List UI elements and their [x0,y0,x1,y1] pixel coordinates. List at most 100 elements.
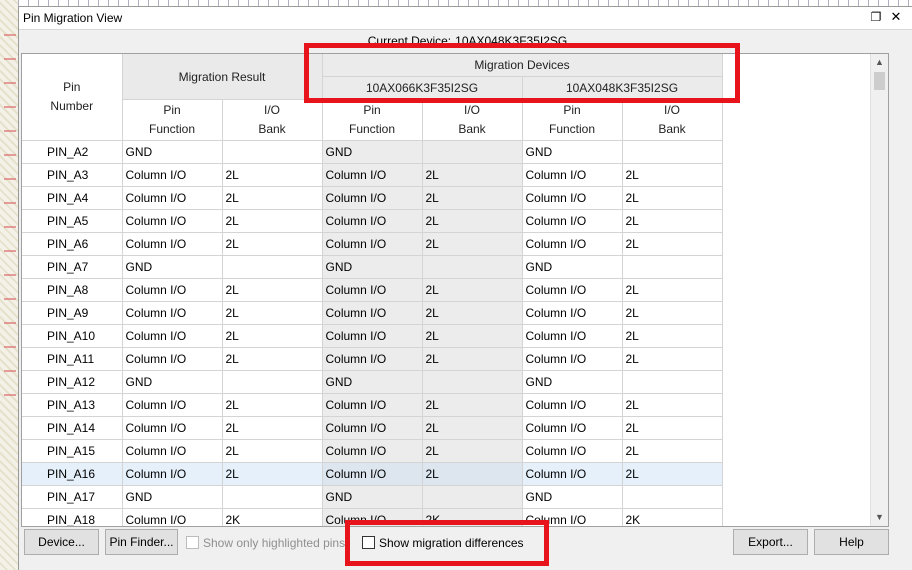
table-row[interactable]: PIN_A12 GND GND GND [22,370,723,394]
result-function-cell[interactable]: Column I/O [122,393,223,417]
device-1-bank-cell[interactable]: 2L [422,186,523,210]
device-2-function-cell[interactable]: Column I/O [522,439,623,463]
device-2-function-cell[interactable]: Column I/O [522,186,623,210]
table-row[interactable]: PIN_A14 Column I/O 2L Column I/O 2L Column I/… [22,416,723,440]
result-function-cell[interactable]: Column I/O [122,347,223,371]
device-2-function-cell[interactable]: Column I/O [522,462,623,486]
pin-number-cell[interactable]: PIN_A11 [22,347,123,371]
table-row[interactable]: PIN_A17 GND GND GND [22,485,723,509]
device-2-bank-cell[interactable]: 2L [622,278,723,302]
device-2-function-cell[interactable]: Column I/O [522,301,623,325]
table-row[interactable]: PIN_A9 Column I/O 2L Column I/O 2L Column I/O… [22,301,723,325]
scrollbar-thumb[interactable] [874,72,885,90]
device-button[interactable]: Device... [24,529,99,555]
result-bank-cell[interactable]: 2L [222,186,323,210]
table-row[interactable]: PIN_A8 Column I/O 2L Column I/O 2L Column I/O… [22,278,723,302]
device-1-pin-function-header[interactable]: Pin Function [322,99,423,141]
device-2-bank-cell[interactable]: 2L [622,186,723,210]
result-function-cell[interactable]: GND [122,485,223,509]
device-2-bank-cell[interactable] [622,370,723,394]
device-2-bank-cell[interactable]: 2L [622,209,723,233]
result-function-cell[interactable]: Column I/O [122,209,223,233]
pin-number-cell[interactable]: PIN_A8 [22,278,123,302]
device-2-bank-cell[interactable] [622,140,723,164]
close-icon[interactable]: ✕ [888,9,904,25]
device-1-bank-cell[interactable]: 2L [422,163,523,187]
device-1-bank-cell[interactable]: 2L [422,209,523,233]
device-2-bank-cell[interactable]: 2L [622,232,723,256]
device-2-function-cell[interactable]: Column I/O [522,278,623,302]
device-1-bank-cell[interactable]: 2L [422,232,523,256]
result-bank-cell[interactable] [222,370,323,394]
result-function-cell[interactable]: GND [122,370,223,394]
device-1-function-cell[interactable]: Column I/O [322,232,423,256]
device-1-bank-cell[interactable]: 2L [422,347,523,371]
device-1-function-cell[interactable]: GND [322,485,423,509]
result-io-bank-header[interactable]: I/O Bank [222,99,323,141]
device-2-function-cell[interactable]: GND [522,370,623,394]
result-function-cell[interactable]: Column I/O [122,416,223,440]
device-1-bank-cell[interactable]: 2L [422,393,523,417]
result-bank-cell[interactable]: 2L [222,209,323,233]
device-1-function-cell[interactable]: Column I/O [322,416,423,440]
device-2-function-cell[interactable]: Column I/O [522,232,623,256]
device-1-function-cell[interactable]: Column I/O [322,324,423,348]
result-bank-cell[interactable] [222,485,323,509]
device-2-bank-cell[interactable]: 2K [622,508,723,526]
table-row[interactable]: PIN_A13 Column I/O 2L Column I/O 2L Column I/… [22,393,723,417]
table-row[interactable]: PIN_A7 GND GND GND [22,255,723,279]
table-row[interactable]: PIN_A11 Column I/O 2L Column I/O 2L Column I/… [22,347,723,371]
result-bank-cell[interactable]: 2L [222,232,323,256]
table-row[interactable]: PIN_A6 Column I/O 2L Column I/O 2L Column I/O… [22,232,723,256]
result-function-cell[interactable]: Column I/O [122,163,223,187]
device-1-function-cell[interactable]: Column I/O [322,393,423,417]
pin-number-header[interactable]: Pin Number [22,54,123,141]
device-1-function-cell[interactable]: Column I/O [322,209,423,233]
result-function-cell[interactable]: Column I/O [122,508,223,526]
result-function-cell[interactable]: GND [122,140,223,164]
device-1-function-cell[interactable]: Column I/O [322,347,423,371]
table-row[interactable]: PIN_A16 Column I/O 2L Column I/O 2L Column I/… [22,462,723,486]
pin-number-cell[interactable]: PIN_A18 [22,508,123,526]
device-2-bank-cell[interactable]: 2L [622,301,723,325]
scroll-up-icon[interactable]: ▲ [871,54,888,71]
pin-finder-button[interactable]: Pin Finder... [105,529,178,555]
pin-number-cell[interactable]: PIN_A12 [22,370,123,394]
device-1-bank-cell[interactable]: 2L [422,324,523,348]
device-2-bank-cell[interactable]: 2L [622,439,723,463]
device-2-bank-cell[interactable]: 2L [622,416,723,440]
result-function-cell[interactable]: Column I/O [122,439,223,463]
device-1-function-cell[interactable]: Column I/O [322,462,423,486]
result-function-cell[interactable]: Column I/O [122,462,223,486]
device-2-function-cell[interactable]: Column I/O [522,324,623,348]
pin-number-cell[interactable]: PIN_A4 [22,186,123,210]
result-function-cell[interactable]: Column I/O [122,232,223,256]
pin-number-cell[interactable]: PIN_A14 [22,416,123,440]
device-2-function-cell[interactable]: GND [522,485,623,509]
result-bank-cell[interactable]: 2L [222,278,323,302]
device-1-bank-cell[interactable]: 2L [422,278,523,302]
pin-number-cell[interactable]: PIN_A7 [22,255,123,279]
table-row[interactable]: PIN_A3 Column I/O 2L Column I/O 2L Column I/O… [22,163,723,187]
device-1-bank-cell[interactable] [422,140,523,164]
result-bank-cell[interactable]: 2L [222,416,323,440]
device-1-function-cell[interactable]: Column I/O [322,163,423,187]
pin-number-cell[interactable]: PIN_A10 [22,324,123,348]
vertical-scrollbar[interactable]: ▲ ▼ [870,54,888,526]
device-1-bank-cell[interactable]: 2L [422,301,523,325]
device-2-io-bank-header[interactable]: I/O Bank [622,99,723,141]
device-2-function-cell[interactable]: GND [522,255,623,279]
result-function-cell[interactable]: Column I/O [122,324,223,348]
device-2-pin-function-header[interactable]: Pin Function [522,99,623,141]
device-2-bank-cell[interactable]: 2L [622,347,723,371]
result-bank-cell[interactable]: 2L [222,301,323,325]
device-1-function-cell[interactable]: Column I/O [322,278,423,302]
pin-number-cell[interactable]: PIN_A6 [22,232,123,256]
result-bank-cell[interactable] [222,255,323,279]
pin-number-cell[interactable]: PIN_A9 [22,301,123,325]
result-bank-cell[interactable]: 2L [222,324,323,348]
result-bank-cell[interactable]: 2L [222,462,323,486]
pin-number-cell[interactable]: PIN_A2 [22,140,123,164]
result-bank-cell[interactable]: 2L [222,347,323,371]
table-row[interactable]: PIN_A15 Column I/O 2L Column I/O 2L Column I/… [22,439,723,463]
